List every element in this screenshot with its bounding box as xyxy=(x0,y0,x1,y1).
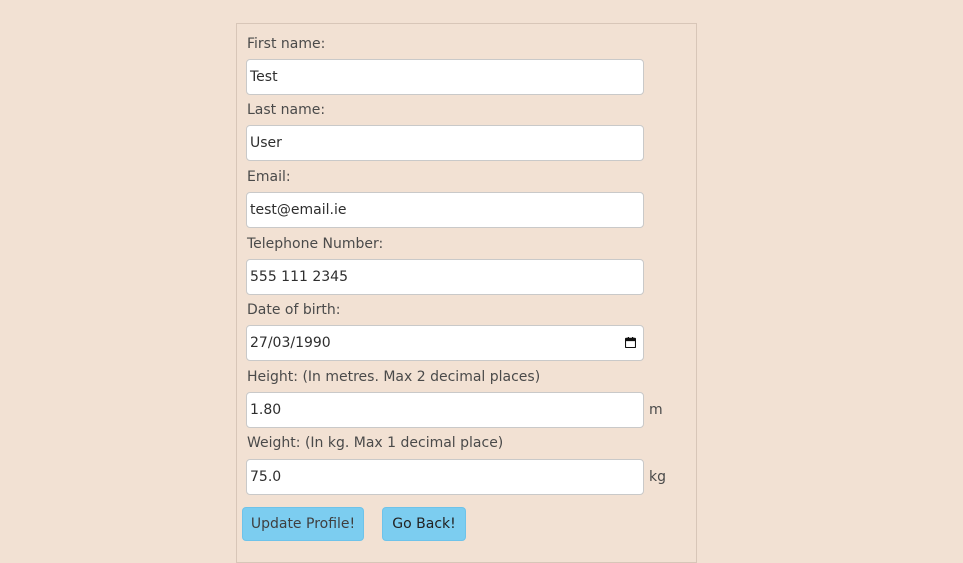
calendar-icon[interactable] xyxy=(625,337,636,348)
go-back-button[interactable]: Go Back! xyxy=(382,507,466,541)
update-profile-button[interactable]: Update Profile! xyxy=(242,507,364,541)
go-back-label: Go Back! xyxy=(392,516,456,532)
height-input[interactable]: 1.80 xyxy=(246,392,644,428)
first-name-label: First name: xyxy=(247,36,326,52)
weight-label: Weight: (In kg. Max 1 decimal place) xyxy=(247,435,504,451)
email-value: test@email.ie xyxy=(250,202,347,218)
first-name-value: Test xyxy=(250,69,278,85)
dob-value: 27/03/1990 xyxy=(250,335,331,351)
last-name-input[interactable]: User xyxy=(246,125,644,161)
weight-unit: kg xyxy=(649,469,666,485)
telephone-value: 555 111 2345 xyxy=(250,269,348,285)
email-input[interactable]: test@email.ie xyxy=(246,192,644,228)
email-label: Email: xyxy=(247,169,291,185)
telephone-label: Telephone Number: xyxy=(247,236,384,252)
first-name-input[interactable]: Test xyxy=(246,59,644,95)
height-label: Height: (In metres. Max 2 decimal places… xyxy=(247,369,541,385)
last-name-value: User xyxy=(250,135,282,151)
weight-value: 75.0 xyxy=(250,469,282,485)
update-profile-label: Update Profile! xyxy=(250,516,356,532)
height-value: 1.80 xyxy=(250,402,282,418)
telephone-input[interactable]: 555 111 2345 xyxy=(246,259,644,295)
dob-label: Date of birth: xyxy=(247,302,341,318)
weight-input[interactable]: 75.0 xyxy=(246,459,644,495)
dob-input[interactable]: 27/03/1990 xyxy=(246,325,644,361)
height-unit: m xyxy=(649,402,663,418)
last-name-label: Last name: xyxy=(247,102,326,118)
profile-form: First name: Test Last name: User Email: … xyxy=(236,23,697,563)
